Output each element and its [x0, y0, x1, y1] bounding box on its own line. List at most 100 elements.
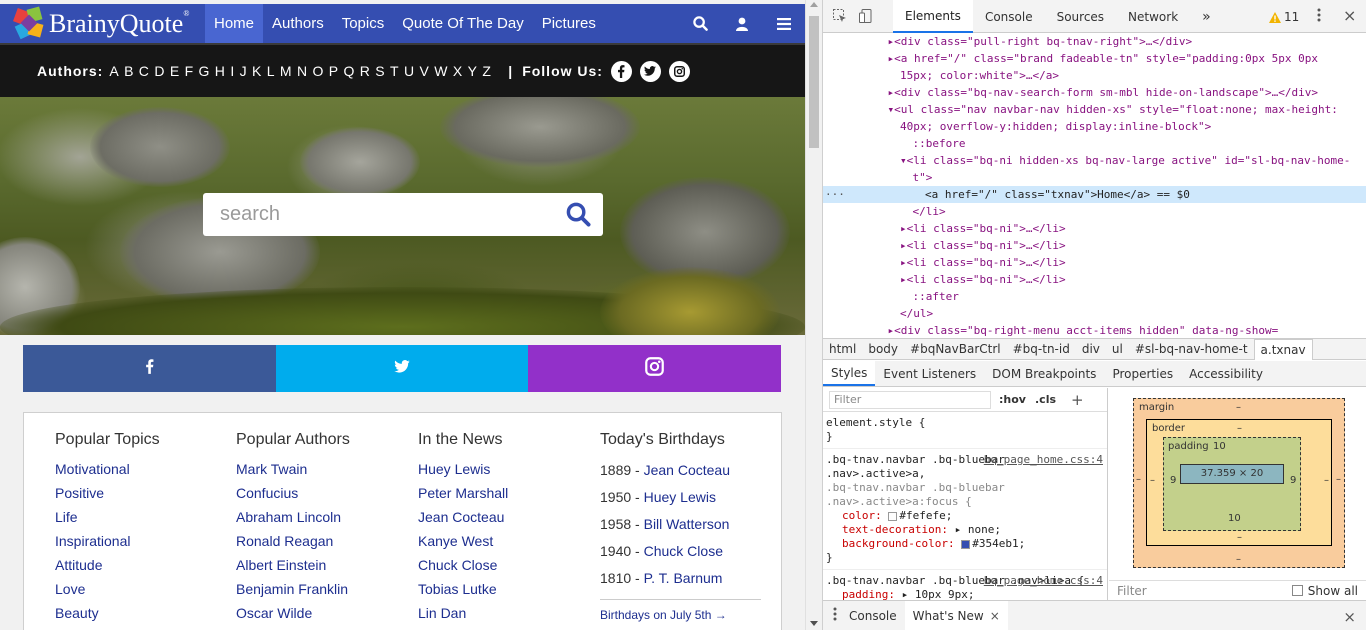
author-link[interactable]: Albert Einstein [236, 553, 350, 577]
topic-link[interactable]: Positive [55, 481, 160, 505]
tab-sources[interactable]: Sources [1045, 0, 1116, 33]
topic-link[interactable]: Love [55, 577, 160, 601]
author-letter-y[interactable]: Y [468, 63, 477, 79]
topic-link[interactable]: Beauty [55, 601, 160, 625]
device-toolbar-icon[interactable] [859, 9, 873, 26]
brand-logo[interactable]: BrainyQuote® [13, 6, 189, 41]
author-letter-d[interactable]: D [154, 63, 164, 79]
css-property[interactable]: padding: ▸ 10px 9px; [826, 588, 1103, 600]
topic-link[interactable]: Motivational [55, 457, 160, 481]
author-letter-b[interactable]: B [124, 63, 133, 79]
author-letter-o[interactable]: O [312, 63, 323, 79]
nav-authors[interactable]: Authors [263, 4, 333, 43]
author-link[interactable]: Confucius [236, 481, 350, 505]
scroll-up-arrow-icon[interactable] [810, 2, 818, 7]
author-letter-t[interactable]: T [390, 63, 399, 79]
nav-pictures[interactable]: Pictures [533, 4, 605, 43]
subtab-styles[interactable]: Styles [823, 361, 876, 386]
subtab-event-listeners[interactable]: Event Listeners [875, 361, 984, 386]
birthday-name-link[interactable]: P. T. Barnum [644, 570, 723, 586]
news-link[interactable]: Chuck Close [418, 553, 508, 577]
news-link[interactable]: Huey Lewis [418, 457, 508, 481]
author-letter-e[interactable]: E [170, 63, 179, 79]
dom-node-line[interactable]: ▾<li class="bq-ni hidden-xs bq-nav-large… [900, 152, 1350, 169]
instagram-button[interactable] [528, 345, 782, 392]
facebook-icon[interactable] [610, 60, 632, 82]
twitter-button[interactable] [275, 345, 529, 392]
tab-elements[interactable]: Elements [893, 0, 973, 33]
dom-node-line[interactable]: ▸<li class="bq-ni">…</li> [900, 254, 1066, 271]
color-swatch[interactable] [961, 539, 971, 549]
breadcrumb-item[interactable]: html [823, 342, 862, 356]
birthday-name-link[interactable]: Chuck Close [644, 543, 723, 559]
breadcrumb-item[interactable]: #bqNavBarCtrl [904, 342, 1007, 356]
nav-quote-of-the-day[interactable]: Quote Of The Day [393, 4, 532, 43]
css-property[interactable]: background-color: #354eb1; [826, 537, 1103, 551]
author-letter-x[interactable]: X [453, 63, 462, 79]
author-link[interactable]: Oscar Wilde [236, 601, 350, 625]
dom-node-line[interactable]: ▸<a href="/" class="brand fadeable-tn" s… [888, 50, 1318, 67]
author-link[interactable]: Mark Twain [236, 457, 350, 481]
news-link[interactable]: Peter Marshall [418, 481, 508, 505]
author-letter-r[interactable]: R [360, 63, 370, 79]
tab-network[interactable]: Network [1116, 0, 1190, 33]
subtab-properties[interactable]: Properties [1104, 361, 1181, 386]
dom-node-line[interactable]: 15px; color:white">…</a> [900, 67, 1059, 84]
dom-node-line[interactable]: </li> [913, 203, 946, 220]
dom-node-line[interactable]: </ul> [900, 305, 933, 322]
news-link[interactable]: Tobias Lutke [418, 577, 508, 601]
css-property[interactable]: color: #fefefe; [826, 509, 1103, 523]
scroll-thumb[interactable] [809, 16, 819, 148]
author-link[interactable]: Benjamin Franklin [236, 577, 350, 601]
breadcrumb-item[interactable]: div [1076, 342, 1106, 356]
news-link[interactable]: Lin Dan [418, 601, 508, 625]
drawer-tab-console[interactable]: Console [841, 601, 905, 630]
topic-link[interactable]: Attitude [55, 553, 160, 577]
search-icon[interactable] [566, 202, 591, 232]
dom-node-line[interactable]: ▸<li class="bq-ni">…</li> [900, 237, 1066, 254]
author-letter-m[interactable]: M [280, 63, 292, 79]
author-letter-z[interactable]: Z [482, 63, 491, 79]
drawer-tab-whats-new[interactable]: What's New × [904, 601, 1008, 630]
css-source-link[interactable]: bq_page_home.css:4 [984, 453, 1103, 467]
hov-toggle[interactable]: :hov [999, 393, 1026, 407]
news-link[interactable]: Kanye West [418, 529, 508, 553]
close-tab-icon[interactable]: × [990, 609, 1000, 623]
breadcrumb-item[interactable]: ul [1106, 342, 1129, 356]
author-letter-n[interactable]: N [297, 63, 307, 79]
author-letter-k[interactable]: K [252, 63, 261, 79]
author-letter-i[interactable]: I [230, 63, 234, 79]
dom-node-line[interactable]: <a href="/" class="txnav">Home</a> == $0 [925, 186, 1190, 203]
author-link[interactable]: Abraham Lincoln [236, 505, 350, 529]
drawer-menu-icon[interactable] [833, 607, 837, 624]
birthday-name-link[interactable]: Huey Lewis [644, 489, 716, 505]
kebab-menu-icon[interactable] [1317, 8, 1321, 25]
instagram-icon[interactable] [668, 60, 690, 82]
dom-node-line[interactable]: t"> [913, 169, 933, 186]
cls-toggle[interactable]: .cls [1035, 393, 1056, 407]
author-link[interactable]: Ronald Reagan [236, 529, 350, 553]
breadcrumb-item[interactable]: body [862, 342, 904, 356]
topic-link[interactable]: Inspirational [55, 529, 160, 553]
breadcrumb-item[interactable]: #sl-bq-nav-home-t [1129, 342, 1254, 356]
topic-link[interactable]: Life [55, 505, 160, 529]
author-letter-f[interactable]: F [185, 63, 194, 79]
author-letter-v[interactable]: V [420, 63, 429, 79]
dom-node-line[interactable]: ::after [913, 288, 959, 305]
subtab-accessibility[interactable]: Accessibility [1181, 361, 1271, 386]
dom-node-line[interactable]: ▸<div class="bq-nav-search-form sm-mbl h… [888, 84, 1318, 101]
tab-console[interactable]: Console [973, 0, 1045, 33]
author-letter-h[interactable]: H [215, 63, 225, 79]
close-drawer-icon[interactable]: × [1343, 608, 1356, 626]
author-letter-j[interactable]: J [240, 63, 247, 79]
birthdays-more-link[interactable]: Birthdays on July 5th → [600, 608, 761, 622]
css-property[interactable]: text-decoration: ▸ none; [826, 523, 1103, 537]
search-input[interactable] [203, 193, 553, 236]
birthday-name-link[interactable]: Bill Watterson [644, 516, 730, 532]
new-rule-button[interactable]: + [1071, 392, 1084, 407]
css-selector[interactable]: element.style { [826, 416, 1103, 430]
author-letter-s[interactable]: S [375, 63, 384, 79]
dom-node-line[interactable]: ::before [913, 135, 966, 152]
breadcrumb-item[interactable]: a.txnav [1253, 338, 1313, 360]
warnings-counter[interactable]: 11 [1269, 10, 1299, 24]
